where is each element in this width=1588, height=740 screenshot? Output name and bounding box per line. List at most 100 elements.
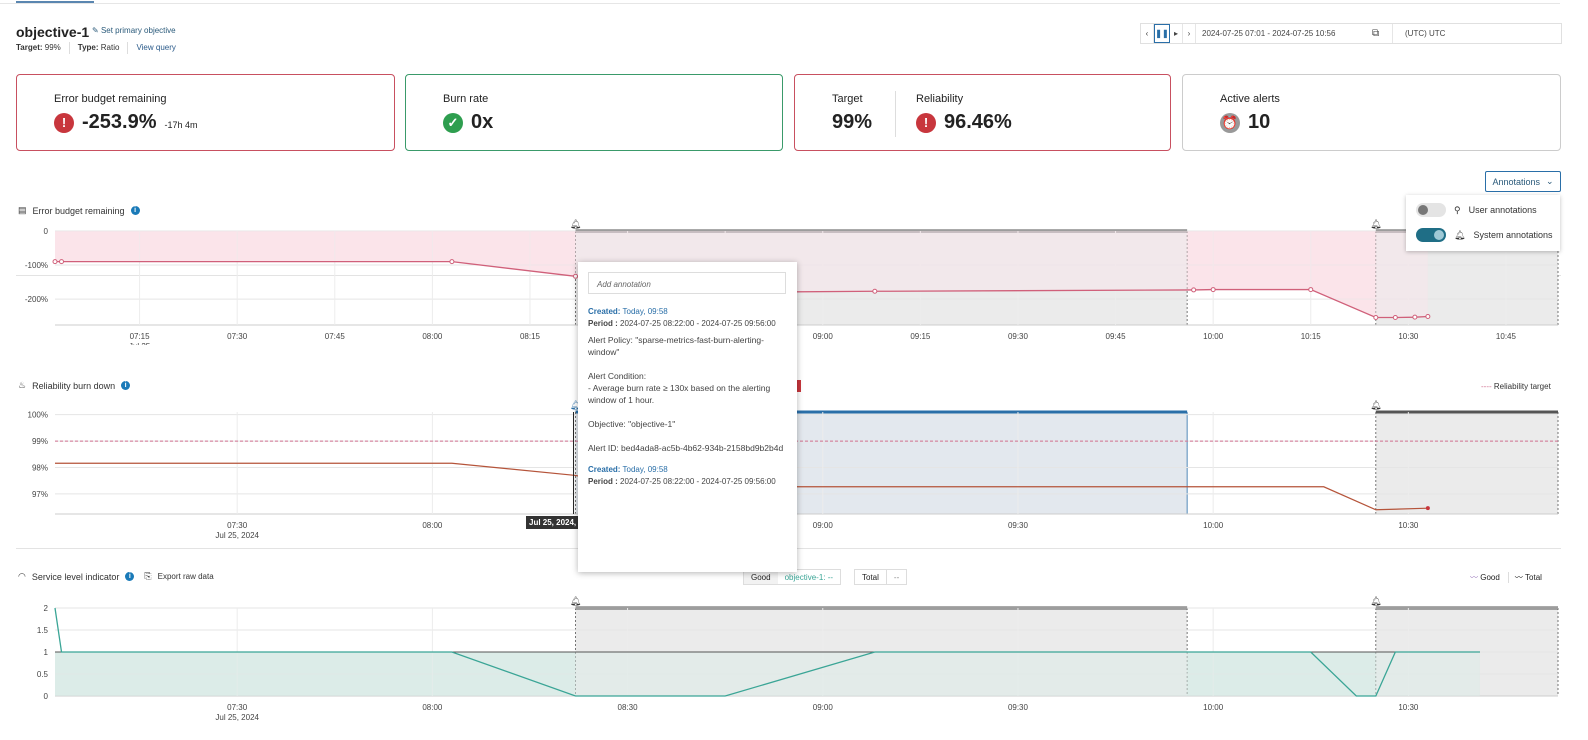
x-tick-label: 10:30 — [1398, 703, 1419, 712]
data-point — [1425, 506, 1430, 511]
info-icon[interactable]: i — [130, 206, 140, 215]
y-tick-label: 98% — [32, 463, 48, 472]
card-label: Error budget remaining — [54, 93, 167, 105]
y-tick-label: -200% — [25, 295, 48, 304]
system-annotations-toggle[interactable] — [1416, 228, 1446, 242]
info-icon[interactable]: i — [121, 381, 131, 390]
x-tick-label: 10:30 — [1398, 332, 1419, 341]
section-title: Service level indicator — [31, 571, 120, 582]
card-value: 0x — [471, 111, 494, 133]
data-point — [1191, 287, 1197, 293]
annotations-label: Annotations — [1492, 176, 1540, 187]
total-readout: Total -- — [854, 569, 908, 585]
export-raw-data-link[interactable]: Export raw data — [158, 572, 214, 581]
gauge-icon: ◠ — [18, 571, 26, 581]
set-primary-objective-link[interactable]: ✎ Set primary objective — [92, 26, 176, 35]
y-tick-label: 0 — [44, 227, 49, 236]
section-title: Error budget remaining — [32, 205, 125, 216]
page-title: objective-1 — [16, 24, 90, 40]
info-icon[interactable]: i — [125, 572, 135, 581]
annotations-menu: ⚲ User annotations 🔔︎ System annotations — [1406, 195, 1560, 251]
data-point — [52, 259, 58, 265]
copy-icon[interactable]: ⧉ — [1372, 28, 1392, 39]
bell-icon: 🔔︎ — [570, 219, 581, 229]
view-query-link[interactable]: View query — [136, 43, 175, 54]
created-label: Created: — [588, 307, 621, 316]
card-label: Burn rate — [443, 93, 489, 105]
next-range-button[interactable]: › — [1183, 24, 1196, 43]
readout-label: Total — [862, 572, 879, 582]
period-line: Period : 2024-07-25 08:22:00 - 2024-07-2… — [588, 476, 793, 488]
x-tick-label: 08:30 — [618, 703, 639, 712]
alert-condition-title: Alert Condition: — [588, 371, 647, 381]
legend-label: Good — [1480, 573, 1500, 582]
type-meta-label: Type: — [77, 43, 99, 52]
data-point — [1392, 315, 1398, 321]
pause-button[interactable]: ❚❚ — [1154, 24, 1170, 43]
x-tick-label: 09:15 — [910, 332, 931, 341]
x-tick-label: 10:15 — [1301, 332, 1322, 341]
target-meta-value: 99% — [44, 43, 61, 52]
alert-marker — [797, 380, 801, 392]
created-value: Today, 09:58 — [622, 465, 668, 474]
target-meta-label: Target: — [16, 43, 43, 52]
previous-range-button[interactable]: ‹ — [1141, 24, 1154, 43]
active-alerts-card: Active alerts ⏰ 10 — [1182, 74, 1561, 151]
x-tick-label: 10:00 — [1203, 521, 1224, 530]
card-value: 96.46% — [944, 111, 1012, 133]
x-tick-label: 09:00 — [813, 703, 834, 712]
rbd-section-header: ♨ Reliability burn down i — [18, 380, 131, 391]
sli-chart[interactable]: 🔔︎ 🔔︎ 2 1.5 1 0.5 0 07:30Jul 25, 2024 08:00 08:30… — [0, 590, 1588, 740]
active-tab-indicator[interactable] — [16, 1, 94, 3]
y-tick-label: 0.5 — [37, 670, 49, 679]
pin-icon: ⚲ — [1454, 204, 1461, 215]
legend-label: Total — [1525, 573, 1542, 582]
alert-region — [1375, 412, 1558, 514]
area-fill-total — [55, 652, 1480, 696]
export-icon[interactable]: ⎘ — [144, 571, 151, 582]
x-tick-label: 07:45 — [325, 332, 346, 341]
x-tick-label: 08:15 — [520, 332, 541, 341]
x-tick-label: 07:30 — [227, 332, 248, 341]
annotations-dropdown[interactable]: Annotations ⌄ — [1485, 171, 1561, 192]
target-reliability-card: Target 99% Reliability ! 96.46% — [794, 74, 1171, 151]
card-value: -253.9% — [82, 111, 157, 133]
x-tick-sublabel: Jul 25 — [129, 342, 151, 345]
x-tick-label: 08:00 — [422, 332, 443, 341]
timezone-select[interactable]: (UTC) UTC — [1392, 24, 1561, 43]
bell-icon: 🔔︎ — [1370, 219, 1381, 229]
legend-total[interactable]: 〰 Total — [1507, 572, 1542, 583]
x-tick-sublabel: Jul 25, 2024 — [215, 713, 259, 722]
legend-good[interactable]: 〰 Good — [1470, 572, 1500, 583]
x-tick-label: 08:00 — [422, 521, 443, 530]
x-tick-label: 07:30 — [227, 703, 248, 712]
data-point — [1210, 287, 1216, 293]
burn-rate-card: Burn rate ✓ 0x — [405, 74, 783, 151]
set-primary-label: Set primary objective — [100, 26, 176, 35]
card-value: 99% — [832, 111, 873, 133]
flame-icon: ♨ — [18, 380, 27, 390]
bell-icon: 🔔︎ — [1454, 229, 1466, 240]
annotation-popup: Add annotation Created: Today, 09:58 Per… — [578, 262, 797, 572]
alert-objective: Objective: "objective-1" — [588, 419, 676, 429]
separator — [895, 91, 896, 137]
time-range-picker[interactable]: 2024-07-25 07:01 - 2024-07-25 10:56 — [1196, 29, 1372, 38]
data-point — [1308, 287, 1314, 293]
dashed-line-icon: ---- — [1481, 382, 1492, 391]
data-point — [1412, 314, 1418, 320]
line-chart-icon: 〰 — [1514, 573, 1523, 582]
readout-label: Good — [744, 570, 778, 584]
user-annotations-toggle[interactable] — [1416, 203, 1446, 217]
period-line: Period : 2024-07-25 08:22:00 - 2024-07-2… — [588, 318, 793, 330]
alert-id: Alert ID: bed4ada8-ac5b-4b62-934b-2158bd… — [588, 443, 784, 453]
sli-legend: 〰 Good 〰 Total — [1470, 572, 1542, 583]
add-annotation-input[interactable]: Add annotation — [588, 272, 786, 294]
type-meta-value: Ratio — [100, 43, 120, 52]
legend-label: Reliability target — [1493, 382, 1551, 391]
target-meta: Target: 99% — [16, 43, 61, 54]
sli-section-header: ◠ Service level indicator i ⎘ Export raw dat… — [18, 571, 214, 582]
card-label: Active alerts — [1220, 93, 1280, 105]
play-button[interactable]: ▸ — [1170, 24, 1183, 43]
x-tick-sublabel: Jul 25, 2024 — [215, 531, 259, 540]
data-point — [1373, 315, 1379, 321]
